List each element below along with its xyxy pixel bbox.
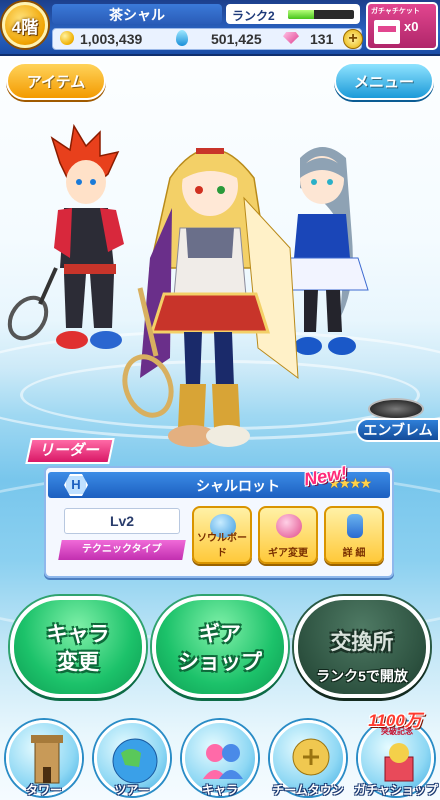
character-type: テクニックタイプ: [58, 540, 186, 560]
nav-tour-label: ツアー: [114, 783, 150, 797]
nav-tour[interactable]: ツアー: [90, 716, 174, 800]
leader-panel: H シャルロット ★★★★ Lv2 テクニックタイプ ソウルボード ギア変更 詳…: [44, 462, 394, 578]
rank-progress-fill: [288, 10, 315, 19]
gear-change-icon: [276, 514, 302, 538]
gear-shop-button[interactable]: ギア ショップ: [152, 596, 288, 698]
rank-progress-bar: [288, 10, 354, 19]
item-button[interactable]: アイテム: [6, 62, 106, 100]
drop-icon: [176, 30, 188, 46]
floor-label: 4階: [11, 17, 39, 37]
gem-count: 131: [310, 31, 334, 47]
drop-count: 501,425: [211, 31, 262, 47]
character-center-leader: [122, 148, 299, 447]
ticket-count: x0: [404, 19, 419, 34]
exchange-label: 交換所: [330, 631, 394, 654]
add-gems-button[interactable]: +: [343, 29, 363, 49]
status-bar: 4階 茶シャル ランク2 1,003,439 501,425 131 + ガチャ…: [0, 0, 440, 56]
exchange-unlock-text: ランク5で開放: [316, 668, 408, 684]
ticket-label: ガチャチケット: [371, 8, 420, 15]
character-type-label: テクニックタイプ: [82, 544, 162, 555]
nav-team-town[interactable]: チームタウン: [266, 716, 350, 800]
nav-chara[interactable]: キャラ: [178, 716, 262, 800]
ticket-icon: [374, 20, 400, 44]
exchange-button-locked[interactable]: 交換所 ランク5で開放: [294, 596, 430, 698]
chara-change-line2: 変更: [57, 651, 99, 674]
nav-tower[interactable]: タワー: [2, 716, 86, 800]
player-name: 茶シャル: [52, 4, 222, 24]
emblem-stand-icon: [368, 398, 424, 420]
character-left-boy: [7, 123, 124, 349]
person-icon: [347, 514, 363, 538]
nav-chara-label: キャラ: [201, 783, 238, 797]
gear-change-label: ギア変更: [268, 548, 308, 559]
coin-count: 1,003,439: [80, 31, 143, 47]
leader-tag-label: リーダー: [38, 442, 102, 459]
emblem-label: エンブレム: [356, 418, 440, 442]
details-label: 詳 細: [342, 548, 366, 559]
gear-shop-line2: ショップ: [178, 651, 262, 674]
menu-button[interactable]: メニュー: [334, 62, 434, 100]
gear-shop-line1: ギア: [199, 623, 241, 646]
character-level: Lv2: [64, 508, 180, 534]
soul-board-label: ソウルボード: [197, 533, 247, 559]
nav-team-town-label: チームタウン: [272, 783, 344, 797]
chara-change-button[interactable]: キャラ 変更: [10, 596, 146, 698]
nav-gacha-shop-label: ガチャショップ: [354, 783, 438, 797]
emblem-button[interactable]: エンブレム: [356, 398, 440, 444]
nav-tower-label: タワー: [25, 783, 62, 797]
chara-change-line1: キャラ: [46, 623, 110, 646]
coin-icon: [60, 31, 74, 45]
game-home-screen: 4階 茶シャル ランク2 1,003,439 501,425 131 + ガチャ…: [0, 0, 440, 800]
gear-change-button[interactable]: ギア変更: [258, 506, 318, 564]
leader-tag: リーダー: [25, 438, 115, 464]
gacha-ticket-box[interactable]: ガチャチケット x0: [366, 2, 438, 50]
details-button[interactable]: 詳 細: [324, 506, 384, 564]
anniversary-subtitle: 突破記念: [381, 727, 413, 736]
soul-board-button[interactable]: ソウルボード: [192, 506, 252, 564]
hand-badge-icon: H: [64, 474, 88, 496]
character-name: シャルロット: [196, 478, 280, 494]
floor-badge[interactable]: 4階: [2, 2, 48, 48]
